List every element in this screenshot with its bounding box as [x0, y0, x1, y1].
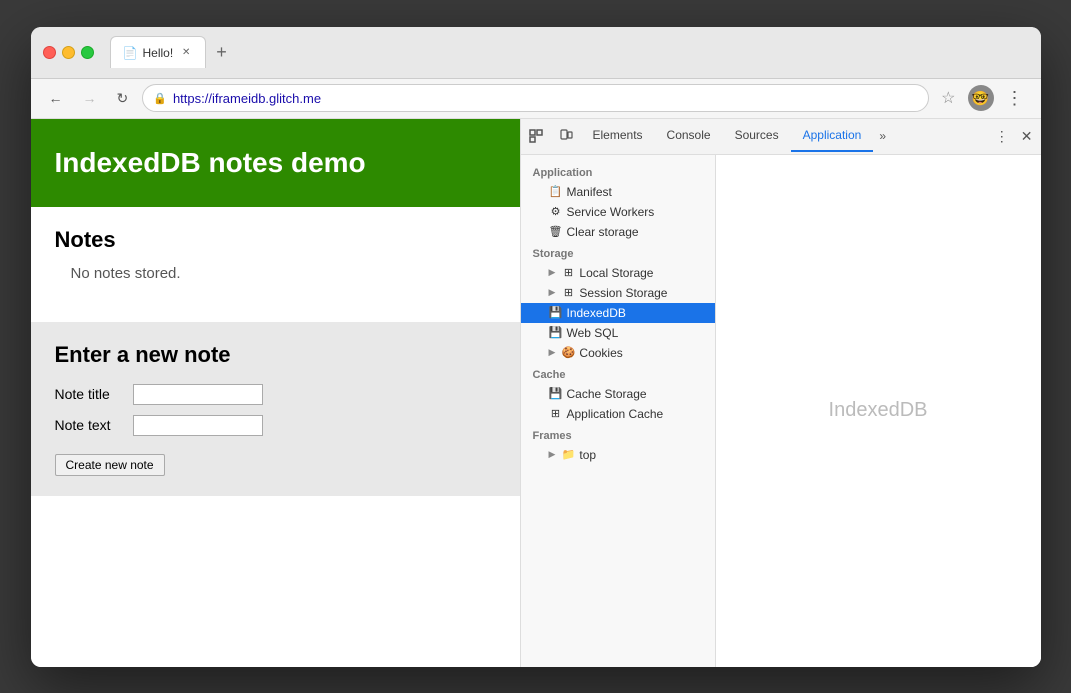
devtools-more-tabs-button[interactable]: » — [873, 123, 892, 149]
close-window-button[interactable] — [43, 46, 56, 59]
browser-window: 📄 Hello! ✕ + ← → ↻ 🔒 https://iframeidb.g… — [31, 27, 1041, 667]
note-title-input[interactable] — [133, 384, 263, 405]
profile-button[interactable]: 🤓 — [968, 85, 994, 111]
sidebar-item-label: Manifest — [567, 185, 612, 199]
bookmark-button[interactable]: ☆ — [937, 84, 959, 112]
sidebar-section-application: Application — [521, 161, 715, 182]
enter-note-section: Enter a new note Note title Note text Cr… — [31, 322, 520, 496]
sidebar-item-local-storage[interactable]: ▶ ⊞ Local Storage — [521, 263, 715, 283]
notes-section: Notes No notes stored. — [55, 227, 496, 282]
local-storage-icon: ⊞ — [561, 266, 575, 279]
session-storage-icon: ⊞ — [561, 286, 575, 299]
traffic-lights — [43, 46, 94, 59]
tab-sources[interactable]: Sources — [723, 120, 791, 152]
frame-icon: 📁 — [561, 448, 575, 461]
sidebar-item-label: Session Storage — [579, 286, 667, 300]
refresh-button[interactable]: ↻ — [111, 86, 135, 111]
devtools-tabs: Elements Console Sources Application » — [581, 120, 991, 152]
expand-icon: ▶ — [549, 267, 556, 278]
sidebar-item-label: Service Workers — [567, 205, 655, 219]
back-button[interactable]: ← — [43, 86, 69, 110]
devtools-body: Application 📋 Manifest ⚙ Service Workers… — [521, 155, 1041, 667]
page-title: IndexedDB notes demo — [55, 147, 496, 179]
sidebar-item-cookies[interactable]: ▶ 🍪 Cookies — [521, 343, 715, 363]
sidebar-item-web-sql[interactable]: 💾 Web SQL — [521, 323, 715, 343]
url-text: https://iframeidb.glitch.me — [173, 91, 321, 106]
page-header: IndexedDB notes demo — [31, 119, 520, 207]
tab-console[interactable]: Console — [655, 120, 723, 152]
manifest-icon: 📋 — [549, 185, 563, 198]
no-notes-text: No notes stored. — [71, 265, 496, 282]
cookies-icon: 🍪 — [561, 346, 575, 359]
notes-heading: Notes — [55, 227, 496, 253]
devtools-content-pane: IndexedDB — [716, 155, 1041, 667]
sidebar-item-label: Application Cache — [567, 407, 664, 421]
tab-elements[interactable]: Elements — [581, 120, 655, 152]
sidebar-item-clear-storage[interactable]: 🗑 Clear storage — [521, 222, 715, 242]
create-note-button[interactable]: Create new note — [55, 454, 165, 476]
note-text-label: Note text — [55, 417, 125, 433]
devtools-options-button[interactable]: ⋮ — [991, 122, 1013, 151]
webpage: IndexedDB notes demo Notes No notes stor… — [31, 119, 521, 667]
sidebar-item-cache-storage[interactable]: 💾 Cache Storage — [521, 384, 715, 404]
browser-menu-button[interactable]: ⋮ — [1002, 84, 1029, 113]
title-bar: 📄 Hello! ✕ + — [31, 27, 1041, 79]
sidebar-item-label: IndexedDB — [567, 306, 626, 320]
enter-note-heading: Enter a new note — [55, 342, 496, 368]
sidebar-item-top[interactable]: ▶ 📁 top — [521, 445, 715, 465]
devtools-panel: Elements Console Sources Application » ⋮… — [521, 119, 1041, 667]
sidebar-item-application-cache[interactable]: ⊞ Application Cache — [521, 404, 715, 424]
address-bar[interactable]: 🔒 https://iframeidb.glitch.me — [142, 84, 929, 112]
indexeddb-placeholder-text: IndexedDB — [829, 399, 928, 422]
sidebar-section-cache: Cache — [521, 363, 715, 384]
new-tab-button[interactable]: + — [210, 43, 233, 61]
devtools-sidebar: Application 📋 Manifest ⚙ Service Workers… — [521, 155, 716, 667]
sidebar-item-session-storage[interactable]: ▶ ⊞ Session Storage — [521, 283, 715, 303]
sidebar-item-manifest[interactable]: 📋 Manifest — [521, 182, 715, 202]
browser-tab[interactable]: 📄 Hello! ✕ — [110, 36, 207, 68]
sidebar-item-label: Local Storage — [579, 266, 653, 280]
cache-storage-icon: 💾 — [549, 387, 563, 400]
forward-button[interactable]: → — [77, 86, 103, 110]
service-workers-icon: ⚙ — [549, 205, 563, 218]
application-cache-icon: ⊞ — [549, 407, 563, 420]
web-sql-icon: 💾 — [549, 326, 563, 339]
note-title-label: Note title — [55, 386, 125, 402]
nav-bar: ← → ↻ 🔒 https://iframeidb.glitch.me ☆ 🤓 … — [31, 79, 1041, 119]
tab-title: Hello! — [143, 46, 174, 60]
sidebar-section-storage: Storage — [521, 242, 715, 263]
devtools-device-button[interactable] — [551, 123, 581, 149]
sidebar-item-label: Web SQL — [567, 326, 619, 340]
maximize-window-button[interactable] — [81, 46, 94, 59]
lock-icon: 🔒 — [153, 92, 167, 105]
tab-application[interactable]: Application — [791, 120, 874, 152]
devtools-toolbar: Elements Console Sources Application » ⋮… — [521, 119, 1041, 155]
sidebar-item-label: Cookies — [579, 346, 622, 360]
expand-icon: ▶ — [549, 287, 556, 298]
note-text-input[interactable] — [133, 415, 263, 436]
clear-storage-icon: 🗑 — [549, 225, 563, 238]
devtools-inspect-button[interactable] — [521, 123, 551, 149]
sidebar-section-frames: Frames — [521, 424, 715, 445]
device-icon — [559, 129, 573, 143]
expand-icon: ▶ — [549, 347, 556, 358]
note-title-row: Note title — [55, 384, 496, 405]
devtools-close-button[interactable]: ✕ — [1013, 122, 1041, 151]
tab-close-button[interactable]: ✕ — [179, 46, 193, 60]
indexeddb-icon: 💾 — [549, 306, 563, 319]
page-body: Notes No notes stored. — [31, 207, 520, 302]
sidebar-item-service-workers[interactable]: ⚙ Service Workers — [521, 202, 715, 222]
expand-icon: ▶ — [549, 449, 556, 460]
tab-bar: 📄 Hello! ✕ + — [110, 36, 233, 68]
sidebar-item-label: Cache Storage — [567, 387, 647, 401]
inspect-icon — [529, 129, 543, 143]
sidebar-item-label: Clear storage — [567, 225, 639, 239]
minimize-window-button[interactable] — [62, 46, 75, 59]
sidebar-item-label: top — [579, 448, 596, 462]
main-area: IndexedDB notes demo Notes No notes stor… — [31, 119, 1041, 667]
sidebar-item-indexeddb[interactable]: 💾 IndexedDB — [521, 303, 715, 323]
tab-favicon-icon: 📄 — [123, 46, 137, 60]
profile-emoji: 🤓 — [972, 90, 989, 107]
note-text-row: Note text — [55, 415, 496, 436]
